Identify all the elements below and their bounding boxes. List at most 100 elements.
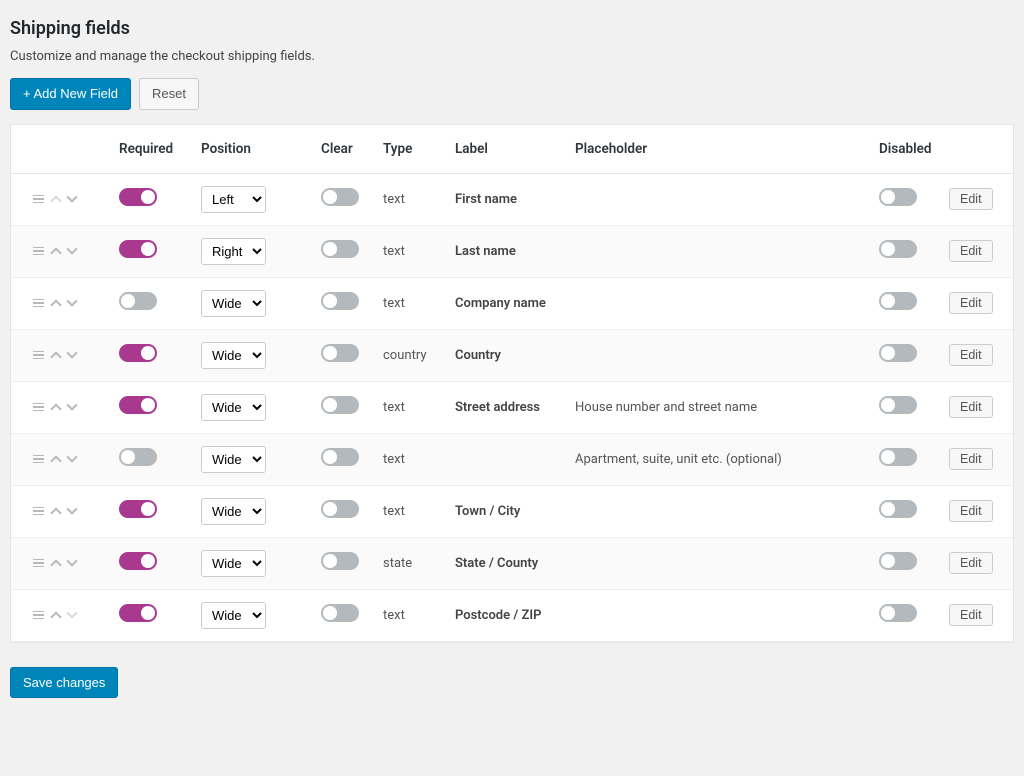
move-up-icon[interactable] <box>50 247 61 258</box>
col-clear: Clear <box>313 125 375 174</box>
edit-button[interactable]: Edit <box>949 396 993 418</box>
disabled-toggle[interactable] <box>879 396 917 414</box>
move-up-icon[interactable] <box>50 455 61 466</box>
reset-button[interactable]: Reset <box>139 78 199 110</box>
disabled-toggle[interactable] <box>879 448 917 466</box>
required-toggle[interactable] <box>119 292 157 310</box>
move-down-icon[interactable] <box>66 451 77 462</box>
table-row: LeftRightWidetextCompany nameEdit <box>11 277 1013 329</box>
page-subtitle: Customize and manage the checkout shippi… <box>10 49 1014 64</box>
position-select[interactable]: LeftRightWide <box>201 498 266 525</box>
edit-button[interactable]: Edit <box>949 500 993 522</box>
drag-handle-icon[interactable] <box>33 195 44 204</box>
fields-table: Required Position Clear Type Label Place… <box>11 125 1013 642</box>
clear-toggle[interactable] <box>321 188 359 206</box>
col-label: Label <box>447 125 567 174</box>
save-changes-button[interactable]: Save changes <box>10 667 118 699</box>
move-down-icon[interactable] <box>66 555 77 566</box>
field-placeholder <box>567 589 871 641</box>
position-select[interactable]: LeftRightWide <box>201 550 266 577</box>
move-down-icon[interactable] <box>66 503 77 514</box>
drag-handle-icon[interactable] <box>33 247 44 256</box>
move-up-icon[interactable] <box>50 507 61 518</box>
required-toggle[interactable] <box>119 344 157 362</box>
edit-button[interactable]: Edit <box>949 604 993 626</box>
table-row: LeftRightWidetextFirst nameEdit <box>11 173 1013 225</box>
type-value: text <box>375 381 447 433</box>
clear-toggle[interactable] <box>321 604 359 622</box>
table-row: LeftRightWidetextStreet addressHouse num… <box>11 381 1013 433</box>
position-select[interactable]: LeftRightWide <box>201 290 266 317</box>
table-row: LeftRightWidetextLast nameEdit <box>11 225 1013 277</box>
clear-toggle[interactable] <box>321 552 359 570</box>
move-up-icon[interactable] <box>50 299 61 310</box>
position-select[interactable]: LeftRightWide <box>201 602 266 629</box>
table-row: LeftRightWide textPostcode / ZIP Edit <box>11 589 1013 641</box>
type-value: state <box>375 537 447 589</box>
field-label: Country <box>447 329 567 381</box>
move-down-icon[interactable] <box>66 295 77 306</box>
drag-handle-icon[interactable] <box>33 559 44 568</box>
add-new-field-button[interactable]: + Add New Field <box>10 78 131 110</box>
move-up-icon[interactable] <box>50 611 61 622</box>
position-select[interactable]: LeftRightWide <box>201 342 266 369</box>
required-toggle[interactable] <box>119 604 157 622</box>
field-placeholder: House number and street name <box>567 381 871 433</box>
field-placeholder <box>567 173 871 225</box>
field-label: Postcode / ZIP <box>447 589 567 641</box>
field-label: First name <box>447 173 567 225</box>
required-toggle[interactable] <box>119 240 157 258</box>
disabled-toggle[interactable] <box>879 292 917 310</box>
clear-toggle[interactable] <box>321 500 359 518</box>
field-label: Town / City <box>447 485 567 537</box>
disabled-toggle[interactable] <box>879 188 917 206</box>
clear-toggle[interactable] <box>321 448 359 466</box>
disabled-toggle[interactable] <box>879 344 917 362</box>
required-toggle[interactable] <box>119 552 157 570</box>
move-up-icon[interactable] <box>50 559 61 570</box>
required-toggle[interactable] <box>119 448 157 466</box>
move-up-icon <box>50 195 61 206</box>
clear-toggle[interactable] <box>321 396 359 414</box>
move-down-icon[interactable] <box>66 243 77 254</box>
col-required: Required <box>111 125 193 174</box>
edit-button[interactable]: Edit <box>949 448 993 470</box>
edit-button[interactable]: Edit <box>949 292 993 314</box>
clear-toggle[interactable] <box>321 344 359 362</box>
clear-toggle[interactable] <box>321 240 359 258</box>
edit-button[interactable]: Edit <box>949 344 993 366</box>
edit-button[interactable]: Edit <box>949 552 993 574</box>
edit-button[interactable]: Edit <box>949 240 993 262</box>
type-value: text <box>375 277 447 329</box>
disabled-toggle[interactable] <box>879 604 917 622</box>
table-row: LeftRightWidecountryCountryEdit <box>11 329 1013 381</box>
disabled-toggle[interactable] <box>879 552 917 570</box>
position-select[interactable]: LeftRightWide <box>201 186 266 213</box>
position-select[interactable]: LeftRightWide <box>201 446 266 473</box>
drag-handle-icon[interactable] <box>33 455 44 464</box>
field-placeholder <box>567 485 871 537</box>
type-value: text <box>375 225 447 277</box>
position-select[interactable]: LeftRightWide <box>201 394 266 421</box>
disabled-toggle[interactable] <box>879 240 917 258</box>
disabled-toggle[interactable] <box>879 500 917 518</box>
required-toggle[interactable] <box>119 396 157 414</box>
col-placeholder: Placeholder <box>567 125 871 174</box>
required-toggle[interactable] <box>119 188 157 206</box>
drag-handle-icon[interactable] <box>33 611 44 620</box>
move-down-icon[interactable] <box>66 191 77 202</box>
drag-handle-icon[interactable] <box>33 299 44 308</box>
drag-handle-icon[interactable] <box>33 507 44 516</box>
move-down-icon[interactable] <box>66 347 77 358</box>
type-value: text <box>375 589 447 641</box>
move-up-icon[interactable] <box>50 403 61 414</box>
drag-handle-icon[interactable] <box>33 351 44 360</box>
drag-handle-icon[interactable] <box>33 403 44 412</box>
move-down-icon[interactable] <box>66 399 77 410</box>
required-toggle[interactable] <box>119 500 157 518</box>
move-up-icon[interactable] <box>50 351 61 362</box>
table-row: LeftRightWidetextApartment, suite, unit … <box>11 433 1013 485</box>
position-select[interactable]: LeftRightWide <box>201 238 266 265</box>
edit-button[interactable]: Edit <box>949 188 993 210</box>
clear-toggle[interactable] <box>321 292 359 310</box>
